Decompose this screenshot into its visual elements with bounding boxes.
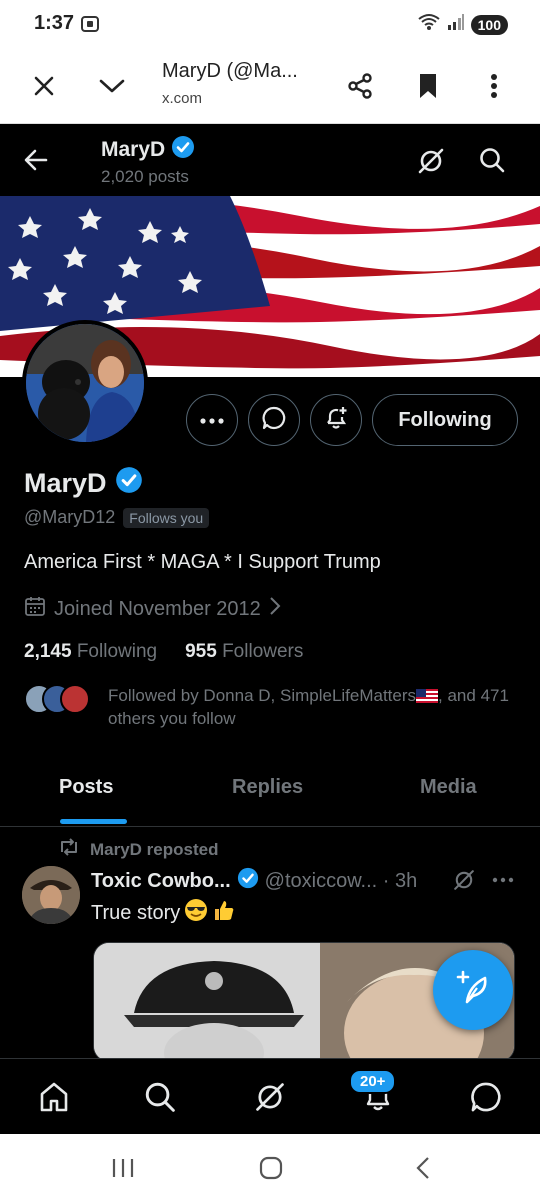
thumbs-up-emoji-icon [212, 898, 236, 928]
notify-button[interactable] [310, 394, 362, 446]
mutual-followers-avatars[interactable] [24, 684, 90, 714]
more-vertical-icon[interactable] [478, 70, 510, 102]
profile-handle: @MaryD12 [24, 507, 116, 527]
more-horizontal-icon[interactable] [492, 868, 514, 897]
profile-tabs: Posts Replies Media [0, 750, 540, 827]
system-navigation-bar [0, 1134, 540, 1200]
signal-icon [447, 13, 465, 36]
message-bubble-icon [261, 405, 287, 436]
browser-toolbar: MaryD (@Ma... x.com [0, 48, 540, 124]
messages-icon[interactable] [466, 1077, 506, 1117]
home-icon[interactable] [34, 1077, 74, 1117]
chevron-down-icon[interactable] [96, 70, 128, 102]
tab-media[interactable]: Media [420, 776, 477, 799]
follow-stats: 2,145 Following 955 Followers [24, 641, 303, 663]
tab-posts[interactable]: Posts [59, 776, 113, 799]
mutual-avatar [60, 684, 90, 714]
compose-post-button[interactable] [433, 950, 513, 1030]
post-author-name[interactable]: Toxic Cowbo... [91, 870, 231, 893]
recent-apps-icon[interactable] [108, 1154, 138, 1182]
back-chevron-icon[interactable] [408, 1154, 438, 1182]
verified-badge-icon [171, 135, 195, 165]
post-text-content: True story [91, 901, 181, 924]
browser-page-title: MaryD (@Ma... [162, 60, 298, 82]
header-name: MaryD [101, 135, 195, 165]
bookmark-icon[interactable] [412, 70, 444, 102]
sunglasses-emoji-icon [184, 898, 208, 928]
tab-replies[interactable]: Replies [232, 776, 303, 799]
profile-avatar[interactable] [22, 320, 148, 446]
follows-you-badge: Follows you [123, 507, 210, 528]
feather-plus-icon [455, 970, 491, 1011]
grok-icon[interactable] [416, 146, 446, 181]
joined-date-row[interactable]: Joined November 2012 [24, 595, 281, 623]
verified-badge-icon [237, 867, 259, 895]
chevron-right-icon [269, 596, 281, 622]
followed-by-text[interactable]: Followed by Donna D, SimpleLifeMatters, … [108, 684, 528, 730]
more-horizontal-icon [200, 411, 224, 429]
post-handle-time: @toxiccow... · 3h [264, 869, 418, 892]
profile-header-bar: MaryD 2,020 posts [0, 124, 540, 196]
joined-date: Joined November 2012 [54, 597, 261, 620]
following-button[interactable]: Following [372, 394, 518, 446]
grok-icon[interactable] [250, 1077, 290, 1117]
browser-url[interactable]: x.com [162, 90, 202, 107]
close-icon[interactable] [28, 70, 60, 102]
battery-indicator: 100 [470, 14, 508, 35]
screenshot-notification-icon [80, 14, 100, 39]
notifications-badge: 20+ [349, 1069, 397, 1094]
share-icon[interactable] [344, 70, 376, 102]
bottom-navigation: 20+ [0, 1058, 540, 1134]
post-text: True story [91, 898, 236, 928]
back-arrow-icon[interactable] [22, 146, 50, 179]
calendar-icon [24, 595, 46, 623]
search-icon[interactable] [478, 146, 506, 179]
profile-name: MaryD [24, 466, 143, 501]
active-tab-indicator [60, 819, 127, 824]
status-bar: 1:37 100 [0, 0, 540, 48]
bell-plus-icon [323, 405, 349, 436]
profile-handle-row: @MaryD12 Follows you [24, 507, 210, 528]
profile-name-text: MaryD [24, 468, 107, 498]
more-options-button[interactable] [186, 394, 238, 446]
message-button[interactable] [248, 394, 300, 446]
home-circle-icon[interactable] [256, 1154, 286, 1182]
post-header: Toxic Cowbo... @toxiccow... · 3h [91, 867, 417, 895]
repost-indicator: MaryD reposted [58, 838, 218, 861]
us-flag-icon [416, 686, 439, 703]
wifi-icon [417, 12, 441, 37]
header-name-text: MaryD [101, 138, 166, 161]
following-stat[interactable]: 2,145 Following [24, 641, 157, 663]
search-icon[interactable] [140, 1077, 180, 1117]
header-post-count: 2,020 posts [101, 167, 189, 186]
repost-label[interactable]: MaryD reposted [90, 840, 218, 860]
post-author-avatar[interactable] [22, 866, 80, 924]
grok-icon[interactable] [452, 868, 476, 897]
status-time: 1:37 [34, 12, 75, 34]
followers-stat[interactable]: 955 Followers [185, 641, 303, 663]
profile-bio: America First * MAGA * I Support Trump [24, 551, 381, 573]
repost-icon [58, 838, 80, 861]
verified-badge-icon [115, 466, 143, 501]
